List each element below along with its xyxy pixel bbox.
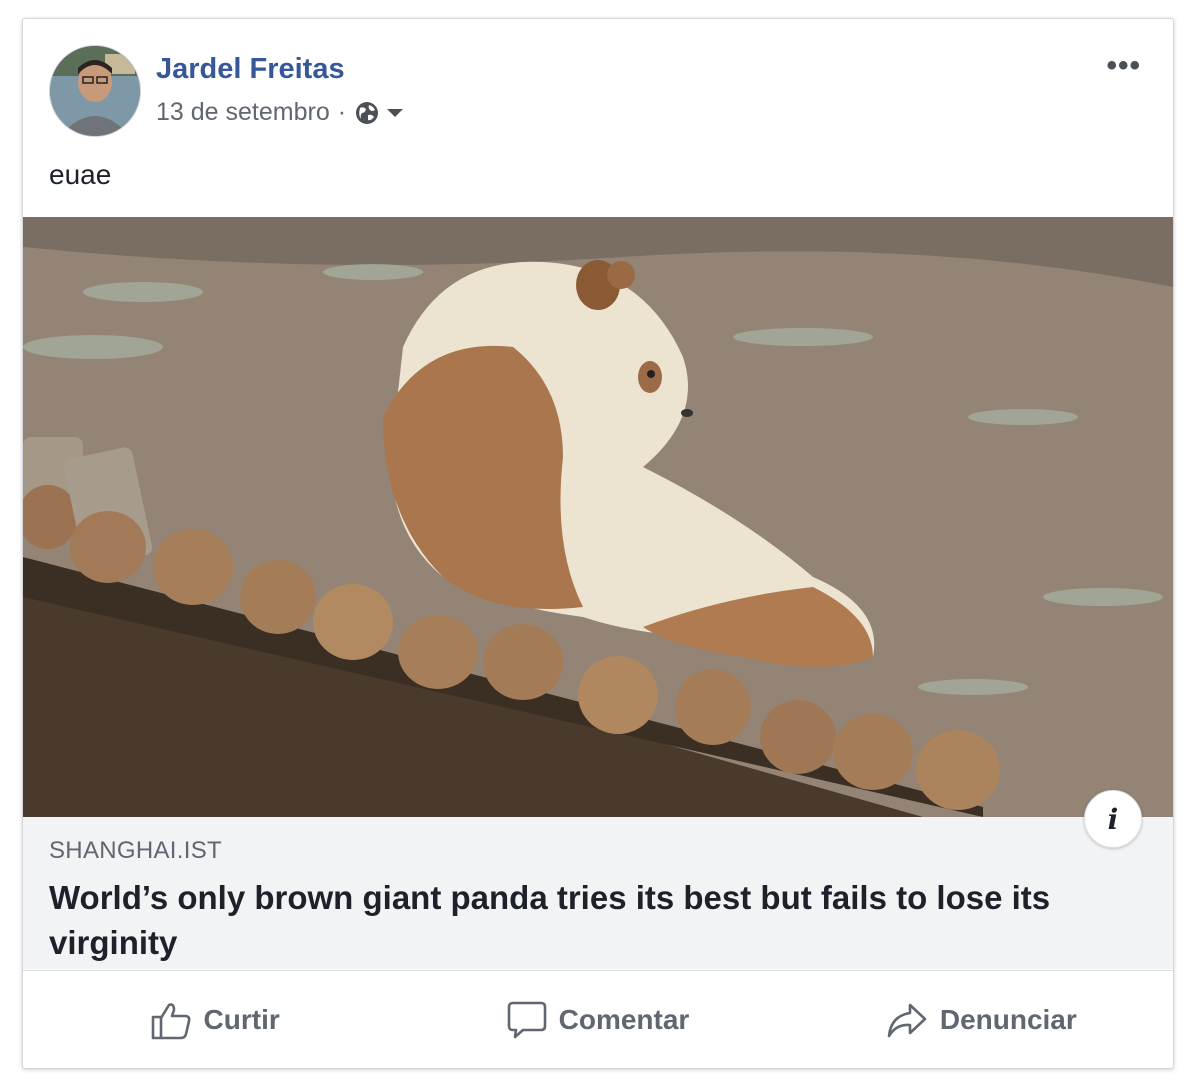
globe-icon[interactable] <box>354 100 380 126</box>
comment-icon <box>507 1001 546 1038</box>
post-action-bar: Curtir Comentar Denunciar <box>23 971 1173 1068</box>
more-options-icon[interactable]: ••• <box>1106 49 1141 83</box>
report-label: Denunciar <box>939 1003 1077 1035</box>
share-arrow-icon <box>887 1003 927 1037</box>
thumbs-up-icon <box>151 1002 191 1039</box>
post-text: euae <box>49 159 112 190</box>
post-meta: 13 de setembro · <box>156 98 404 127</box>
link-headline[interactable]: World’s only brown giant panda tries its… <box>49 875 1144 965</box>
author-avatar[interactable] <box>49 45 141 137</box>
info-icon[interactable]: i <box>1084 790 1142 848</box>
comment-button[interactable]: Comentar <box>406 971 789 1068</box>
link-preview-image[interactable] <box>23 217 1173 817</box>
chevron-down-icon[interactable] <box>386 107 404 119</box>
facebook-post-card: Jardel Freitas 13 de setembro · ••• euae <box>22 18 1174 1069</box>
meta-separator: · <box>337 98 347 126</box>
post-date[interactable]: 13 de setembro <box>156 98 330 127</box>
like-label: Curtir <box>203 1003 280 1035</box>
like-button[interactable]: Curtir <box>23 971 406 1068</box>
link-source: SHANGHAI.IST <box>49 837 222 864</box>
author-name-link[interactable]: Jardel Freitas <box>156 53 345 86</box>
report-share-button[interactable]: Denunciar <box>790 971 1173 1068</box>
comment-label: Comentar <box>558 1003 690 1035</box>
